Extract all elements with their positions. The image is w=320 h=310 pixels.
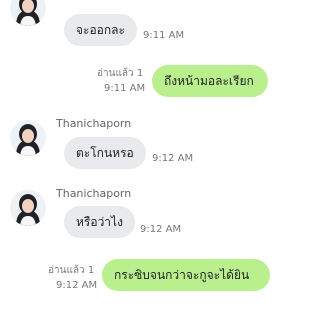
message-time: 9:11 AM (143, 30, 185, 41)
avatar[interactable] (10, 120, 46, 156)
scrollbar[interactable] (293, 0, 297, 310)
message-time: 9:11 AM (104, 83, 146, 94)
message-time: 9:12 AM (140, 224, 182, 235)
contact-avatar-photo (10, 120, 46, 156)
sender-name: Thanichaporn (56, 187, 132, 200)
read-receipt: อ่านแล้ว 1 (48, 265, 95, 276)
message-bubble[interactable]: หรือว่าไง (64, 206, 135, 238)
contact-avatar-photo (10, 190, 46, 226)
contact-avatar-photo (10, 0, 46, 26)
read-receipt: อ่านแล้ว 1 (97, 68, 144, 79)
message-time: 9:12 AM (152, 153, 194, 164)
message-bubble[interactable]: กระซิบจนกว่าจะกูจะได้ยิน (102, 259, 270, 291)
message-bubble[interactable]: ตะโกนหรอ (64, 137, 146, 169)
message-time: 9:12 AM (56, 280, 98, 291)
chat-screen: { "messages": [ {"direction": "incoming"… (0, 0, 297, 310)
avatar[interactable] (10, 0, 46, 26)
avatar[interactable] (10, 190, 46, 226)
message-bubble[interactable]: จะออกละ (64, 14, 137, 46)
message-bubble[interactable]: ถึงหน้ามอละเรียก (152, 65, 268, 97)
sender-name: Thanichaporn (56, 117, 132, 130)
